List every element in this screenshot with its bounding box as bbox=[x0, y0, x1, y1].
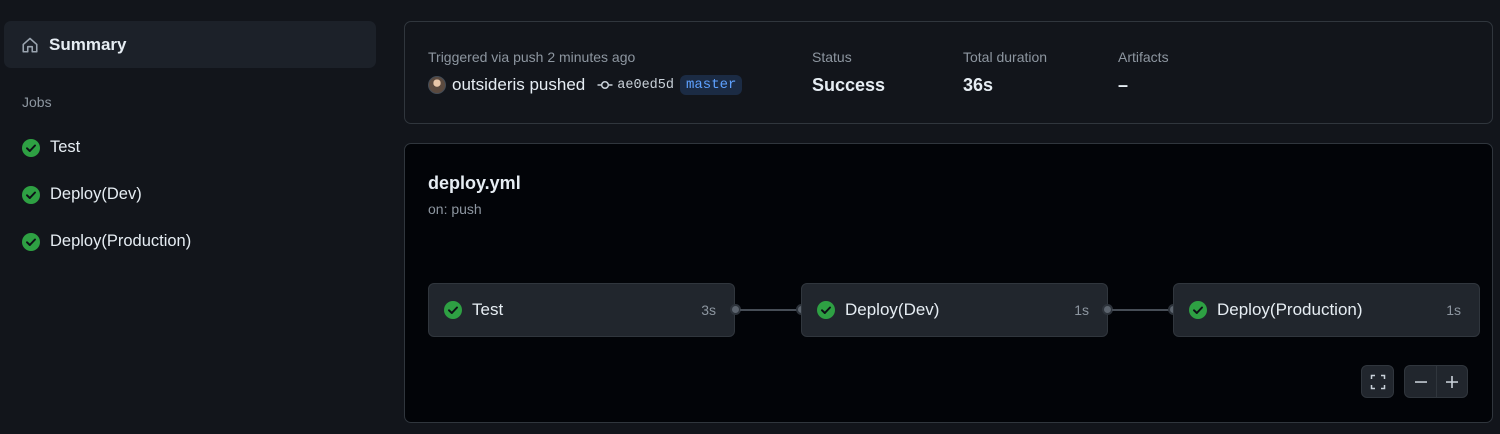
duration-stat: Total duration 36s bbox=[963, 49, 1047, 96]
check-circle-icon bbox=[22, 232, 40, 251]
zoom-out-button[interactable] bbox=[1405, 366, 1436, 397]
check-circle-icon bbox=[22, 138, 40, 157]
actor-row: outsideris pushed ae0ed5d master bbox=[428, 75, 743, 95]
check-circle-icon bbox=[444, 301, 462, 319]
graph-job-deploy-production[interactable]: Deploy(Production) 1s bbox=[1173, 283, 1480, 337]
workflow-trigger: on: push bbox=[428, 201, 482, 217]
status-stat: Status Success bbox=[812, 49, 885, 96]
plus-icon bbox=[1446, 375, 1458, 388]
git-commit-icon bbox=[597, 80, 613, 90]
minus-icon bbox=[1414, 380, 1427, 383]
duration-value: 36s bbox=[963, 75, 994, 95]
fullscreen-icon bbox=[1370, 374, 1385, 389]
run-summary-card: Triggered via push 2 minutes ago outside… bbox=[404, 21, 1493, 124]
status-value: Success bbox=[812, 75, 886, 95]
artifacts-value: – bbox=[1118, 75, 1129, 95]
job-node-label: Deploy(Production) bbox=[1217, 300, 1363, 319]
check-circle-icon bbox=[817, 301, 835, 319]
sidebar-item-summary[interactable]: Summary bbox=[4, 21, 376, 68]
fullscreen-button[interactable] bbox=[1361, 365, 1394, 398]
artifacts-stat: Artifacts – bbox=[1118, 49, 1169, 96]
home-icon bbox=[22, 37, 38, 53]
sidebar-item-test[interactable]: Test bbox=[22, 138, 80, 157]
job-node-label: Deploy(Dev) bbox=[845, 300, 940, 319]
graph-job-deploy-dev[interactable]: Deploy(Dev) 1s bbox=[801, 283, 1108, 337]
sidebar-item-deploy-dev[interactable]: Deploy(Dev) bbox=[22, 185, 142, 204]
commit-sha-link[interactable]: ae0ed5d bbox=[617, 78, 674, 93]
sidebar-item-label: Deploy(Production) bbox=[50, 232, 192, 250]
job-node-duration: 1s bbox=[1074, 302, 1089, 318]
jobs-heading: Jobs bbox=[22, 94, 52, 110]
graph-job-test[interactable]: Test 3s bbox=[428, 283, 735, 337]
job-node-duration: 1s bbox=[1446, 302, 1461, 318]
artifacts-label: Artifacts bbox=[1118, 49, 1169, 65]
status-label: Status bbox=[812, 49, 852, 65]
sidebar-item-label: Deploy(Dev) bbox=[50, 185, 142, 203]
job-connector bbox=[740, 309, 799, 311]
job-node-duration: 3s bbox=[701, 302, 716, 318]
job-connector bbox=[1112, 309, 1172, 311]
duration-label: Total duration bbox=[963, 49, 1048, 65]
sidebar-item-label: Summary bbox=[49, 34, 127, 54]
workflow-name: deploy.yml bbox=[428, 173, 521, 193]
branch-badge[interactable]: master bbox=[679, 75, 743, 95]
sidebar-item-label: Test bbox=[50, 138, 81, 156]
zoom-in-button[interactable] bbox=[1436, 366, 1467, 397]
sidebar-item-deploy-production[interactable]: Deploy(Production) bbox=[22, 232, 191, 251]
check-circle-icon bbox=[1189, 301, 1207, 319]
sidebar: Summary Jobs Test Deploy(Dev) Deploy(Pro… bbox=[0, 0, 390, 434]
avatar[interactable] bbox=[428, 76, 446, 94]
trigger-text: Triggered via push 2 minutes ago bbox=[428, 49, 636, 65]
workflow-graph-card: deploy.yml on: push Test 3s Deploy(Dev) … bbox=[404, 143, 1493, 423]
job-node-label: Test bbox=[472, 300, 504, 319]
check-circle-icon bbox=[22, 185, 40, 204]
zoom-controls bbox=[1404, 365, 1468, 398]
actor-text[interactable]: outsideris pushed bbox=[452, 75, 585, 95]
